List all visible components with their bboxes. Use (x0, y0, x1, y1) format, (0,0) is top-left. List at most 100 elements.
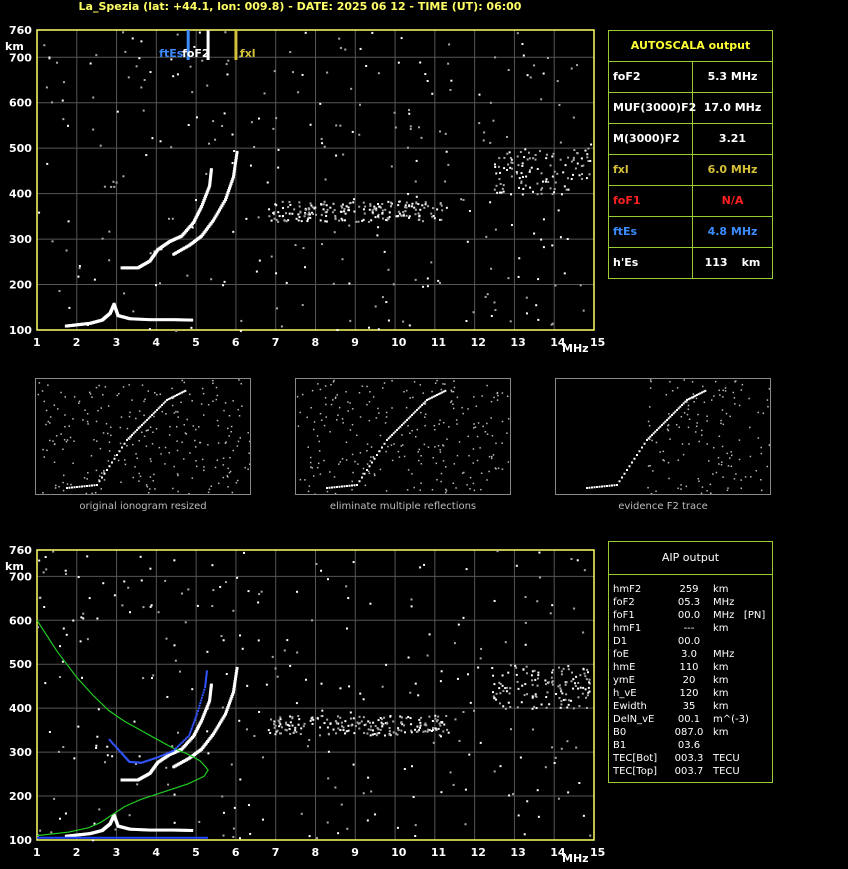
noise-dot (297, 723, 300, 726)
noise-dot (533, 232, 536, 235)
thumb-trace-dot (341, 485, 343, 488)
noise-dot (447, 731, 450, 734)
thumb-trace-dot (98, 480, 101, 483)
thumb-dot (83, 477, 86, 479)
noise-dot (283, 649, 286, 652)
noise-dot (309, 719, 312, 722)
thumb-dot (194, 439, 196, 442)
thumb-dot (58, 485, 60, 488)
noise-dot (122, 31, 125, 34)
autoscala-row: M(3000)F2 3.21 (609, 124, 772, 155)
aip-k: DelN_vE (613, 714, 655, 725)
noise-dot (582, 814, 585, 817)
noise-dot (517, 164, 520, 167)
noise-dot (362, 698, 365, 701)
noise-dot (37, 626, 40, 629)
noise-dot (369, 734, 372, 737)
aip-row: foE 3.0 MHz (613, 648, 768, 661)
thumb-dot (215, 398, 218, 401)
thumb-dot (55, 435, 58, 437)
thumb-dot (706, 420, 708, 422)
thumb-trace-dot (78, 485, 81, 488)
thumb-dot (367, 470, 370, 473)
noise-dot (341, 219, 344, 222)
noise-dot (93, 278, 96, 281)
thumb-dot (352, 471, 354, 474)
noise-dot (343, 208, 346, 211)
noise-dot (86, 555, 89, 558)
noise-dot (311, 213, 314, 216)
noise-dot (362, 716, 365, 719)
noise-dot (276, 307, 279, 310)
thumb-dot (444, 491, 447, 494)
thumb-dot (107, 432, 109, 435)
noise-dot (358, 715, 361, 718)
noise-dot (61, 660, 64, 663)
thumb-dot (373, 473, 376, 475)
noise-dot (559, 141, 562, 144)
noise-dot (278, 725, 281, 728)
synthetic-trace-dot (204, 682, 207, 685)
thumb-dot (687, 408, 690, 411)
x-tick-label: 9 (351, 336, 359, 349)
noise-dot (531, 707, 534, 710)
thumb-dot (740, 389, 743, 391)
noise-dot (263, 92, 266, 95)
noise-dot (212, 589, 215, 592)
noise-dot (260, 590, 263, 593)
thumb-dot (308, 485, 311, 487)
thumb-dot (69, 436, 72, 439)
noise-dot (495, 184, 498, 187)
noise-dot (587, 686, 590, 689)
noise-dot (258, 259, 261, 262)
noise-dot (371, 211, 374, 214)
thumb-dot (694, 431, 697, 433)
thumb-dot (727, 465, 730, 467)
thumbnail-evidence-f2 (555, 378, 772, 495)
aip-v: 05.3 (677, 597, 701, 608)
noise-dot (250, 121, 253, 124)
noise-dot (418, 726, 421, 729)
thumb-dot (687, 404, 690, 407)
thumb-dot (740, 479, 742, 481)
noise-dot (65, 633, 68, 636)
noise-dot (560, 670, 563, 673)
noise-dot (366, 732, 369, 735)
noise-dot (556, 172, 559, 175)
noise-dot (533, 705, 536, 708)
noise-dot (222, 284, 225, 287)
thumb-dot (60, 433, 62, 435)
trace-F-x-dot (233, 682, 237, 686)
thumb-trace-dot (368, 465, 371, 468)
noise-dot (270, 718, 273, 721)
noise-dot (288, 212, 291, 215)
noise-dot (551, 155, 554, 158)
thumb-dot (398, 456, 401, 458)
noise-dot (430, 729, 433, 732)
noise-dot (409, 125, 412, 128)
noise-dot (400, 721, 403, 724)
noise-dot (241, 647, 244, 650)
thumb-dot (439, 449, 441, 451)
noise-dot (173, 559, 176, 562)
noise-dot (167, 783, 170, 786)
thumb-trace-dot (81, 485, 83, 488)
thumb-dot (434, 446, 436, 448)
thumb-dot (247, 431, 249, 434)
noise-dot (249, 164, 252, 167)
thumb-dot (117, 459, 120, 462)
noise-dot (579, 284, 582, 287)
noise-dot (383, 734, 386, 737)
noise-dot (339, 716, 342, 719)
noise-dot (536, 167, 539, 170)
noise-dot (417, 218, 420, 221)
noise-dot (447, 62, 450, 65)
noise-dot (409, 717, 412, 720)
noise-dot (568, 699, 571, 702)
noise-dot (392, 731, 395, 734)
thumb-dot (678, 426, 681, 428)
thumb-dot (688, 418, 691, 420)
thumb-dot (440, 388, 443, 391)
thumb-dot (307, 490, 310, 493)
noise-dot (385, 301, 388, 304)
